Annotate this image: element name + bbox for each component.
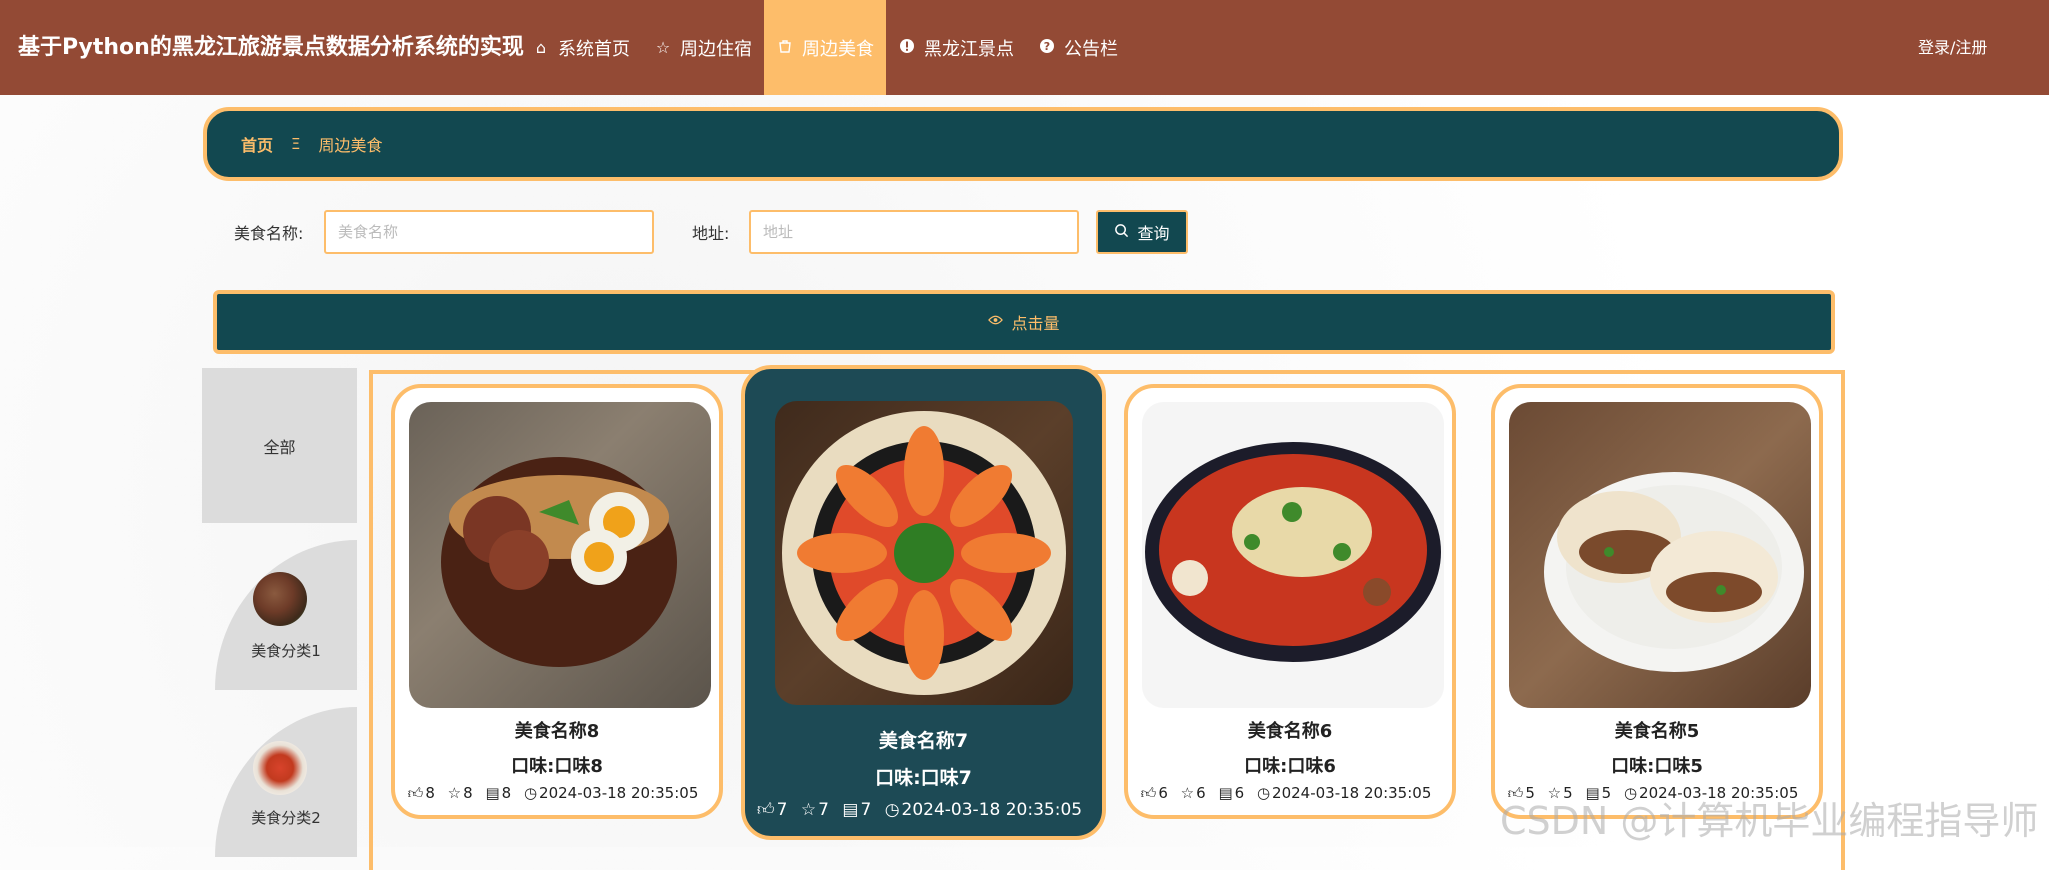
- star-icon: ☆: [800, 800, 817, 820]
- product-taste: 口味:口味6: [1244, 756, 1336, 777]
- clock-icon: ◷: [884, 800, 900, 820]
- sort-by-clicks-button[interactable]: 点击量: [213, 290, 1835, 354]
- product-title: 美食名称7: [878, 730, 969, 752]
- product-stats: 👍︎ 7 ☆ 7 ▤ 7 ◷ 2024-03-18 20:35:05: [745, 799, 1102, 820]
- likes-count: 8: [425, 784, 435, 802]
- favorites-count: 6: [1196, 784, 1206, 802]
- category-thumbnail: [253, 572, 307, 626]
- thumb-up-icon: 👍︎: [1140, 784, 1157, 802]
- sort-label: 点击量: [1011, 314, 1060, 333]
- product-taste: 口味:口味7: [875, 767, 972, 789]
- breadcrumb-home[interactable]: 首页: [241, 132, 273, 156]
- publish-time: 2024-03-18 20:35:05: [539, 784, 699, 802]
- product-stats: 👍︎ 8 ☆ 8 ▤ 8 ◷ 2024-03-18 20:35:05: [395, 784, 719, 803]
- comments-count: 7: [860, 800, 872, 820]
- eye-icon: [988, 314, 1004, 330]
- csdn-watermark: CSDN @计算机毕业编程指导师: [1500, 799, 2039, 843]
- product-image: [1142, 402, 1444, 708]
- product-taste: 口味:口味5: [1611, 756, 1703, 777]
- home-icon: ⌂: [535, 38, 547, 57]
- category-label: 美食分类2: [251, 809, 321, 827]
- nav-item-attractions[interactable]: 黑龙江景点: [886, 0, 1026, 95]
- product-card[interactable]: 美食名称8 口味:口味8 👍︎ 8 ☆ 8 ▤ 8 ◷ 2024-03-18 20:35…: [391, 384, 723, 819]
- nav-label: 周边美食: [802, 38, 874, 60]
- category-item-2[interactable]: 美食分类2: [215, 707, 357, 857]
- comment-icon: ▤: [1218, 784, 1233, 802]
- comment-icon: ▤: [485, 784, 500, 802]
- product-card[interactable]: 美食名称5 口味:口味5 👍︎ 5 ☆ 5 ▤ 5 ◷ 2024-03-18 20:35…: [1491, 384, 1823, 819]
- nav-label: 系统首页: [558, 38, 630, 60]
- nav-label: 公告栏: [1064, 38, 1118, 60]
- site-title: 基于Python的黑龙江旅游景点数据分析系统的实现: [18, 35, 524, 60]
- product-stats: 👍︎ 6 ☆ 6 ▤ 6 ◷ 2024-03-18 20:35:05: [1128, 784, 1452, 803]
- svg-text:?: ?: [1044, 40, 1050, 53]
- category-thumbnail: [253, 741, 307, 795]
- comments-count: 8: [501, 784, 512, 802]
- category-item-1[interactable]: 美食分类1: [215, 540, 357, 690]
- publish-time: 2024-03-18 20:35:05: [1272, 784, 1432, 802]
- nav-item-lodging[interactable]: ☆ 周边住宿: [642, 0, 764, 95]
- nav-label: 黑龙江景点: [924, 38, 1014, 60]
- bag-icon: [776, 38, 794, 58]
- star-icon: ☆: [655, 38, 671, 57]
- star-icon: ☆: [1180, 784, 1195, 802]
- top-navbar: 基于Python的黑龙江旅游景点数据分析系统的实现 ⌂ 系统首页 ☆ 周边住宿 …: [0, 0, 2049, 95]
- comments-count: 6: [1234, 784, 1245, 802]
- product-card[interactable]: 美食名称7 口味:口味7 👍︎ 7 ☆ 7 ▤ 7 ◷ 2024-03-18 20:35…: [741, 365, 1106, 840]
- nav-item-notice[interactable]: ? 公告栏: [1026, 0, 1130, 95]
- question-circle-icon: ?: [1038, 38, 1056, 58]
- alert-circle-icon: [898, 38, 916, 58]
- category-all[interactable]: 全部: [202, 368, 357, 523]
- thumb-up-icon: 👍︎: [407, 784, 424, 802]
- product-image: [409, 402, 711, 708]
- breadcrumb-separator: Ξ: [291, 135, 301, 153]
- search-button[interactable]: 查询: [1096, 210, 1188, 254]
- nav-item-food[interactable]: 周边美食: [764, 0, 886, 95]
- favorites-count: 7: [818, 800, 829, 820]
- breadcrumb: 首页 Ξ 周边美食: [203, 107, 1843, 181]
- login-register-link[interactable]: 登录/注册: [1918, 0, 1987, 95]
- product-taste: 口味:口味8: [511, 756, 603, 777]
- clock-icon: ◷: [1256, 784, 1271, 802]
- clock-icon: ◷: [523, 784, 538, 802]
- nav-item-home[interactable]: ⌂ 系统首页: [520, 0, 642, 95]
- food-name-input[interactable]: [324, 210, 654, 254]
- likes-count: 6: [1158, 784, 1168, 802]
- publish-time: 2024-03-18 20:35:05: [901, 800, 1083, 820]
- product-title: 美食名称8: [514, 721, 600, 742]
- address-label: 地址:: [692, 224, 730, 243]
- star-icon: ☆: [447, 784, 462, 802]
- product-image: [1509, 402, 1811, 708]
- search-button-label: 查询: [1137, 224, 1170, 243]
- product-image: [775, 401, 1073, 705]
- likes-count: 7: [776, 800, 788, 820]
- product-title: 美食名称6: [1247, 721, 1333, 742]
- comment-icon: ▤: [842, 800, 859, 820]
- nav-label: 周边住宿: [680, 38, 752, 60]
- product-card[interactable]: 美食名称6 口味:口味6 👍︎ 6 ☆ 6 ▤ 6 ◷ 2024-03-18 20:35…: [1124, 384, 1456, 819]
- thumb-up-icon: 👍︎: [756, 800, 775, 820]
- breadcrumb-current: 周边美食: [318, 136, 383, 155]
- category-label: 美食分类1: [251, 642, 321, 660]
- search-icon: [1114, 223, 1129, 242]
- address-input[interactable]: [749, 210, 1079, 254]
- product-title: 美食名称5: [1614, 721, 1700, 742]
- favorites-count: 8: [463, 784, 473, 802]
- food-name-label: 美食名称:: [234, 224, 304, 243]
- category-label: 全部: [263, 437, 296, 457]
- main-nav: ⌂ 系统首页 ☆ 周边住宿 周边美食 黑龙江景点 ? 公告栏: [520, 0, 1130, 95]
